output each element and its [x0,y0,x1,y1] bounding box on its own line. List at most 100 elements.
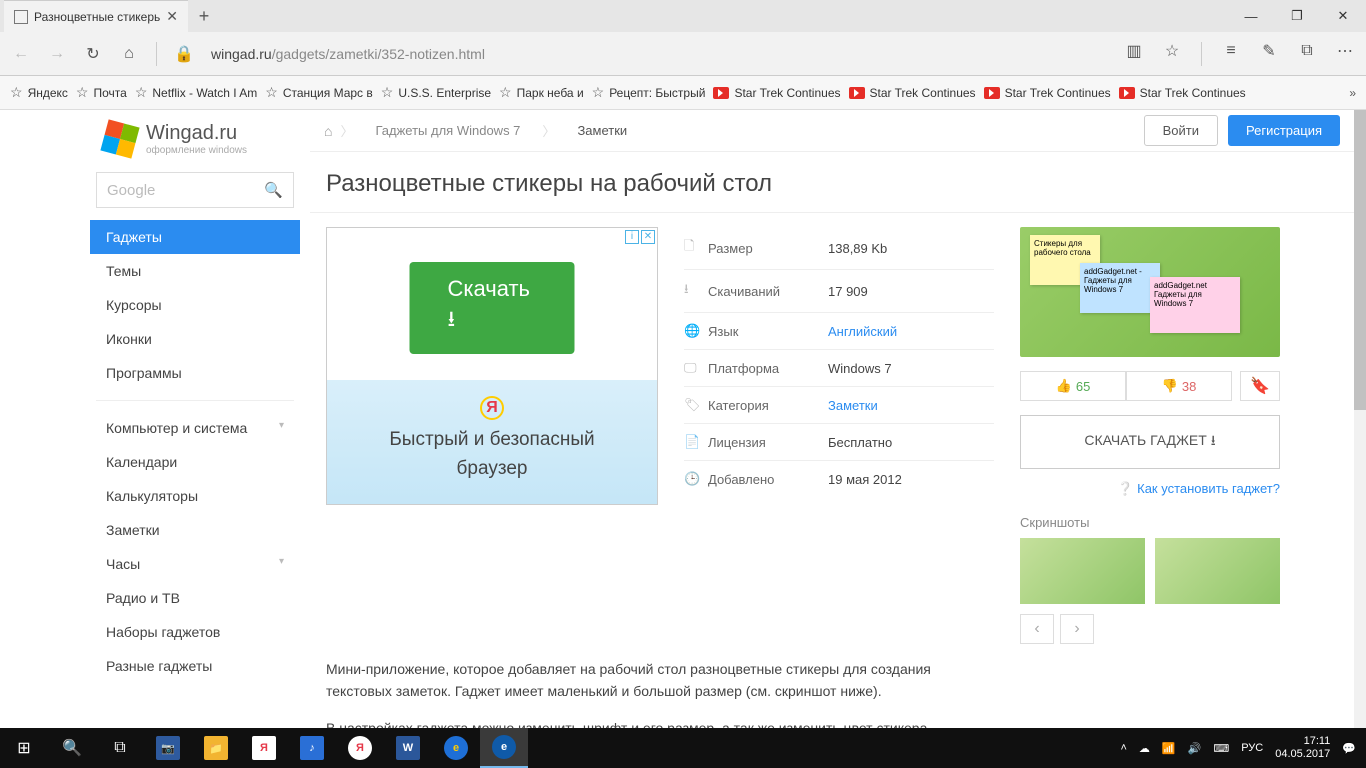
bookmark-item[interactable]: ☆U.S.S. Enterprise [381,84,491,101]
home-button[interactable]: ⌂ [120,45,138,63]
next-button[interactable]: › [1060,614,1094,644]
taskbar-app-word[interactable]: W [384,728,432,768]
taskbar-app-explorer[interactable]: 📁 [192,728,240,768]
tray-clock[interactable]: 17:11 04.05.2017 [1275,735,1330,761]
nav-item-calendars[interactable]: Календари [90,445,300,479]
star-icon: ☆ [381,84,394,101]
clock-icon: 🕒 [684,471,708,487]
browser-tab[interactable]: Разноцветные стикерь ✕ [4,0,188,32]
tab-strip: Разноцветные стикерь ✕ + [0,0,220,32]
chevron-right-icon: 〉 [340,121,353,140]
start-button[interactable]: ⊞ [0,728,48,768]
nav-item-radio[interactable]: Радио и ТВ [90,581,300,615]
nav-item-cursors[interactable]: Курсоры [90,288,300,322]
ad-info-icon[interactable]: i [625,230,639,244]
nav-item-icons[interactable]: Иконки [90,322,300,356]
favorites-icon[interactable]: ☆ [1163,42,1181,60]
breadcrumb-current: Заметки [563,123,641,138]
nav-item-themes[interactable]: Темы [90,254,300,288]
bookmark-item[interactable]: ☆Почта [76,84,127,101]
breadcrumb-home-icon[interactable]: ⌂ [324,123,332,139]
hub-icon[interactable]: ≡ [1222,42,1240,60]
register-button[interactable]: Регистрация [1228,115,1340,146]
ad-download-button[interactable]: Скачать ⭳ [410,262,575,354]
browser-toolbar: ← → ↻ ⌂ 🔒 wingad.ru/gadgets/zametki/352-… [0,32,1366,76]
close-window-button[interactable]: ✕ [1320,0,1366,32]
nav-item-notes[interactable]: Заметки [90,513,300,547]
nav-item-clocks[interactable]: Часы▾ [90,547,300,581]
reading-view-icon[interactable]: ▥ [1125,42,1143,60]
address-bar[interactable]: wingad.ru/gadgets/zametki/352-notizen.ht… [211,46,1097,62]
tray-wifi-icon[interactable]: 📶 [1162,742,1176,755]
bookmark-item[interactable]: ☆Яндекс [10,84,68,101]
spec-row: 🗋Размер138,89 Kb [684,227,994,269]
tray-language[interactable]: РУС [1241,742,1263,754]
bookmark-item[interactable]: ☆Netflix - Watch I Am [135,84,257,101]
window-controls: — ❐ ✕ [1228,0,1366,32]
hero-screenshot[interactable]: Стикеры для рабочего стола addGadget.net… [1020,227,1280,357]
nav-item-computer[interactable]: Компьютер и система▾ [90,411,300,445]
thumbs-up-button[interactable]: 👍65 [1020,371,1126,401]
spec-row: 🖵ПлатформаWindows 7 [684,349,994,386]
taskview-button[interactable]: ⧉ [96,728,144,768]
scrollbar-thumb[interactable] [1354,110,1366,410]
nav-item-calculators[interactable]: Калькуляторы [90,479,300,513]
brand-tagline: оформление windows [146,145,247,156]
site-brand[interactable]: Wingad.ru оформление windows [90,110,300,168]
search-input[interactable]: Google 🔍 [96,172,294,208]
download-gadget-button[interactable]: СКАЧАТЬ ГАДЖЕТ ⭳ [1020,415,1280,469]
nav-secondary: Компьютер и система▾ Календари Калькулят… [90,411,300,683]
screenshot-thumb[interactable] [1020,538,1145,604]
howto-link[interactable]: ❔ Как установить гаджет? [1020,481,1280,497]
lock-icon[interactable]: 🔒 [175,45,193,63]
prev-button[interactable]: ‹ [1020,614,1054,644]
login-button[interactable]: Войти [1144,115,1218,146]
bookmark-item[interactable]: Star Trek Continues [713,86,840,100]
tray-keyboard-icon[interactable]: ⌨ [1213,742,1229,755]
bookmark-item[interactable]: ☆Парк неба и [499,84,584,101]
bookmark-item[interactable]: ☆Рецепт: Быстрый [592,84,706,101]
notes-icon[interactable]: ✎ [1260,42,1278,60]
nav-item-gadgets[interactable]: Гаджеты [90,220,300,254]
close-tab-icon[interactable]: ✕ [166,8,178,25]
bookmark-item[interactable]: ☆Станция Марс в [265,84,373,101]
bookmark-item[interactable]: Star Trek Continues [849,86,976,100]
taskbar-app-yandex[interactable]: Я [240,728,288,768]
refresh-button[interactable]: ↻ [84,45,102,63]
search-button[interactable]: 🔍 [48,728,96,768]
taskbar-app[interactable]: ♪ [288,728,336,768]
forward-button[interactable]: → [48,45,66,63]
ad-column: i✕ Скачать ⭳ Я Быстрый и безопасныйбрауз… [326,227,658,644]
back-button[interactable]: ← [12,45,30,63]
nav-item-packs[interactable]: Наборы гаджетов [90,615,300,649]
globe-icon: 🌐 [684,323,708,339]
minimize-button[interactable]: — [1228,0,1274,32]
new-tab-button[interactable]: + [188,0,220,32]
more-icon[interactable]: ⋯ [1336,42,1354,60]
tray-chevron-icon[interactable]: ˄ [1120,742,1126,754]
youtube-icon [849,87,865,99]
nav-item-programs[interactable]: Программы [90,356,300,390]
bookmark-button[interactable]: 🔖 [1240,371,1280,401]
ad-banner[interactable]: i✕ Скачать ⭳ Я Быстрый и безопасныйбрауз… [326,227,658,505]
tray-notifications-icon[interactable]: 💬 [1342,742,1356,755]
ad-close-icon[interactable]: ✕ [641,230,655,244]
bookmark-item[interactable]: Star Trek Continues [984,86,1111,100]
screenshot-thumb[interactable] [1155,538,1280,604]
bookmark-item[interactable]: Star Trek Continues [1119,86,1246,100]
tray-volume-icon[interactable]: 🔊 [1188,742,1202,755]
taskbar-app[interactable]: 📷 [144,728,192,768]
bookmarks-overflow-icon[interactable]: » [1349,86,1356,100]
thumbs-down-button[interactable]: 👎38 [1126,371,1232,401]
maximize-button[interactable]: ❐ [1274,0,1320,32]
taskbar-app-edge[interactable]: e [480,728,528,768]
taskbar-app-ie[interactable]: e [432,728,480,768]
tray-onedrive-icon[interactable]: ☁ [1139,742,1150,755]
nav-item-misc[interactable]: Разные гаджеты [90,649,300,683]
vertical-scrollbar[interactable] [1354,110,1366,728]
share-icon[interactable]: ⧉ [1298,42,1316,60]
breadcrumb-gadgets[interactable]: Гаджеты для Windows 7 [361,123,534,138]
thumb-down-icon: 👎 [1162,378,1178,394]
taskbar-app-yandex-browser[interactable]: Я [336,728,384,768]
search-icon[interactable]: 🔍 [264,181,283,199]
